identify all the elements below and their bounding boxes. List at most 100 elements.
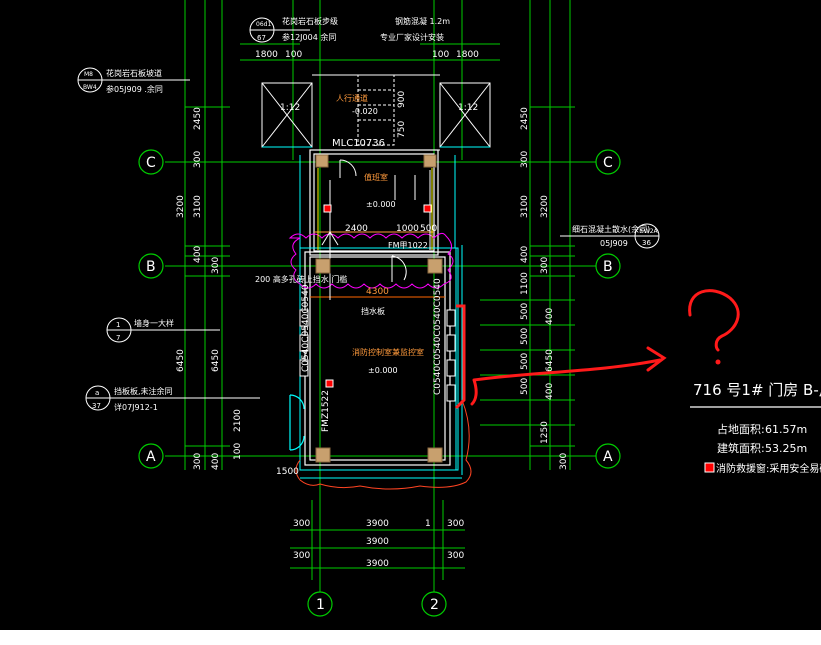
red-arrow-stroke <box>470 346 667 406</box>
grid-b-right: B <box>603 259 613 275</box>
label-window-code: MLC10736 <box>332 138 385 149</box>
label-window-strip-right: C0540C0540C0540C0540 <box>433 278 443 395</box>
red-bracket <box>454 304 466 410</box>
dim-left-400-b: 400 <box>193 246 203 263</box>
grid-2: 2 <box>430 597 439 613</box>
note-left-ref-sub: 参12J004 余同 <box>282 32 336 42</box>
dim-top-1800-r: 1800 <box>456 50 479 60</box>
dim-top-1800-l: 1800 <box>255 50 278 60</box>
question-mark-stroke <box>688 289 740 352</box>
dim-left-400-a: 400 <box>211 453 221 470</box>
dim-bottom-300-l2: 300 <box>293 551 310 561</box>
floor-plan-drawing: C B A C B A 1 2 06d1 67 M8 BW4 1 7 a 37 … <box>77 0 821 617</box>
dim-right-300-a: 300 <box>559 453 569 470</box>
callout-tag-bot-5: 36 <box>642 239 651 247</box>
grid-a-left: A <box>146 449 156 465</box>
label-left-ref3: 挡板板,未注余同 <box>114 386 173 396</box>
dim-top-100-r: 100 <box>432 50 449 60</box>
note-side-ref-sub: 参05J909 .余同 <box>106 84 163 94</box>
site-area-label: 占地面积: <box>717 422 765 436</box>
dim-left-3100: 3100 <box>193 195 203 218</box>
callout-tag-bot-3: 7 <box>116 334 120 342</box>
dim-right-400b: 400 <box>545 383 555 400</box>
dim-right-3100: 3100 <box>520 195 530 218</box>
callout-tag-top-4: a <box>95 389 99 397</box>
dim-right-2450: 2450 <box>520 107 530 130</box>
dim-left-6450-b: 6450 <box>211 349 221 372</box>
label-right-ref: 细石混凝土散水(余同) <box>572 224 650 234</box>
label-window-strip-left: C0540C0540C0540 <box>301 284 311 372</box>
dim-bottom-300-l1: 300 <box>293 519 310 529</box>
grid-c-left: C <box>146 155 156 171</box>
dim-bottom-3900-3: 3900 <box>366 559 389 569</box>
dim-bottom-3900-2: 3900 <box>366 537 389 547</box>
legend-text: 消防救援窗:采用安全易碎 <box>716 462 821 475</box>
dim-left-100: 100 <box>233 443 243 460</box>
dim-right-300-b: 300 <box>540 257 550 274</box>
dim-right-400-b: 400 <box>520 246 530 263</box>
floor-area-label: 建筑面积: <box>717 441 765 455</box>
dimension-lines <box>185 43 575 569</box>
dim-bottom-300-r1: 300 <box>447 519 464 529</box>
dim-right-6450: 6450 <box>545 349 555 372</box>
label-stair: 挡水板 <box>361 306 385 316</box>
dim-left-2100: 2100 <box>233 409 243 432</box>
note-right-sub: 专业厂家设计安装 <box>380 32 444 42</box>
dim-left-300-a: 300 <box>193 453 203 470</box>
dim-bottom-1: 1 <box>425 519 431 529</box>
dim-inner-1000: 1000 <box>396 224 419 234</box>
dim-bottom-3900-1: 3900 <box>366 519 389 529</box>
dim-right-300-c: 300 <box>520 151 530 168</box>
dim-inner-4300: 4300 <box>366 287 389 297</box>
label-entrance-level: -0.020 <box>352 107 378 116</box>
floor-area-value: 53.25m <box>765 442 807 455</box>
callout-tag-top-2: M8 <box>84 71 93 78</box>
right-windows <box>446 309 456 402</box>
label-guard-room: 值班室 <box>364 172 388 182</box>
callout-tag-top-1: 06d1 <box>256 21 271 28</box>
label-control-level: ±0.000 <box>368 366 398 375</box>
title-block-title: 716 号1# 门房 B-户 <box>693 381 821 399</box>
label-entrance: 人行通道 <box>336 93 368 103</box>
ramp-slope-left: 1:12 <box>280 103 300 113</box>
dim-bottom-1500: 1500 <box>276 467 299 477</box>
label-right-ref-sub: 05J909 <box>600 239 628 248</box>
note-left-ref: 花岗岩石板步级 <box>282 16 338 26</box>
question-mark-dot <box>715 359 721 365</box>
label-control-room: 消防控制室兼监控室 <box>352 347 424 357</box>
legend-marker <box>704 462 715 473</box>
dim-right-3200: 3200 <box>540 195 550 218</box>
dim-right-1250: 1250 <box>540 421 550 444</box>
bottom-status-strip <box>0 630 821 645</box>
dim-left-6450-a: 6450 <box>176 349 186 372</box>
callout-tag-bot-1: 67 <box>257 34 266 42</box>
dim-left-300-b: 300 <box>211 257 221 274</box>
dim-right-500a: 500 <box>520 303 530 320</box>
dim-left-2450: 2450 <box>193 107 203 130</box>
dim-right-400a: 400 <box>545 308 555 325</box>
dim-left-3200: 3200 <box>176 195 186 218</box>
site-area-value: 61.57m <box>765 423 807 436</box>
grid-1: 1 <box>316 597 325 613</box>
dim-inner-900: 900 <box>397 91 407 108</box>
dim-right-500d: 500 <box>520 378 530 395</box>
dim-inner-750: 750 <box>397 121 407 138</box>
dim-top-100-l: 100 <box>285 50 302 60</box>
label-door-code: FM甲1022 <box>388 241 428 250</box>
callout-tag-top-3: 1 <box>116 321 120 329</box>
dim-right-500c: 500 <box>520 353 530 370</box>
side-door <box>289 394 305 451</box>
dim-inner-500: 500 <box>420 224 437 234</box>
label-guard-level: ±0.000 <box>366 200 396 209</box>
note-side-ref: 花岗岩石板坡道 <box>106 68 162 78</box>
grid-b-left: B <box>146 259 156 275</box>
grid-c-right: C <box>603 155 613 171</box>
dim-right-1100: 1100 <box>520 272 530 295</box>
dim-bottom-300-r2: 300 <box>447 551 464 561</box>
callout-tag-bot-4: 37 <box>92 402 101 410</box>
label-side-door: FMZ1522 <box>321 390 331 432</box>
dim-left-300-c: 300 <box>193 151 203 168</box>
dim-inner-2400: 2400 <box>345 224 368 234</box>
label-left-ref2: 墙身一大样 <box>134 318 174 328</box>
label-wall-note: 200 高多孔砖上挡水 门槛 <box>255 274 347 284</box>
